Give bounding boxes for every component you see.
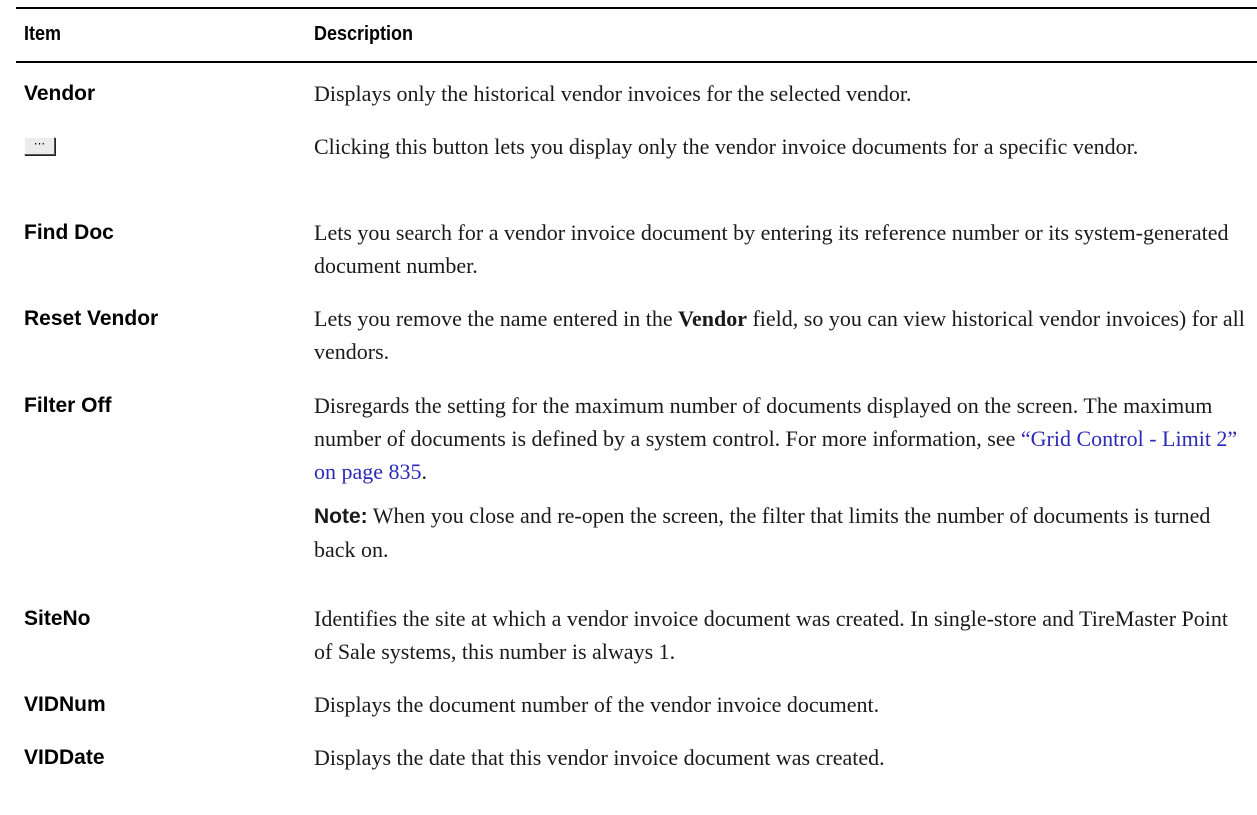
description-reset-vendor-part1: Lets you remove the name entered in the — [314, 306, 679, 331]
description-filter-off-end: . — [421, 459, 428, 484]
column-header-item: Item — [24, 23, 62, 45]
description-viddate: Displays the date that this vendor invoi… — [314, 745, 885, 770]
term-vidnum: VIDNum — [24, 693, 106, 716]
ellipsis-button-icon: ··· — [24, 137, 55, 155]
table-top-rule — [16, 7, 1257, 9]
description-reset-vendor: Lets you remove the name entered in the … — [314, 302, 1249, 368]
term-siteno: SiteNo — [24, 607, 91, 630]
term-find-doc: Find Doc — [24, 221, 114, 244]
vendor-field-reference: Vendor — [678, 306, 747, 331]
filter-off-note: Note: When you close and re-open the scr… — [314, 499, 1249, 566]
description-vidnum: Displays the document number of the vend… — [314, 692, 880, 717]
reference-table: Item Description Vendor Displays only th… — [16, 0, 1257, 815]
description-find-doc: Lets you search for a vendor invoice doc… — [314, 220, 1229, 278]
note-text: When you close and re-open the screen, t… — [314, 503, 1211, 562]
term-vendor: Vendor — [24, 82, 96, 105]
term-filter-off: Filter Off — [24, 394, 112, 417]
description-vendor: Displays only the historical vendor invo… — [314, 81, 912, 106]
term-reset-vendor: Reset Vendor — [24, 307, 159, 330]
column-header-description: Description — [314, 23, 414, 45]
description-siteno: Identifies the site at which a vendor in… — [314, 606, 1228, 664]
header-bottom-rule — [16, 61, 1257, 63]
description-ellipsis-button: Clicking this button lets you display on… — [314, 134, 1139, 159]
note-label: Note: — [314, 505, 368, 528]
term-viddate: VIDDate — [24, 746, 105, 769]
description-filter-off: Disregards the setting for the maximum n… — [314, 389, 1249, 488]
